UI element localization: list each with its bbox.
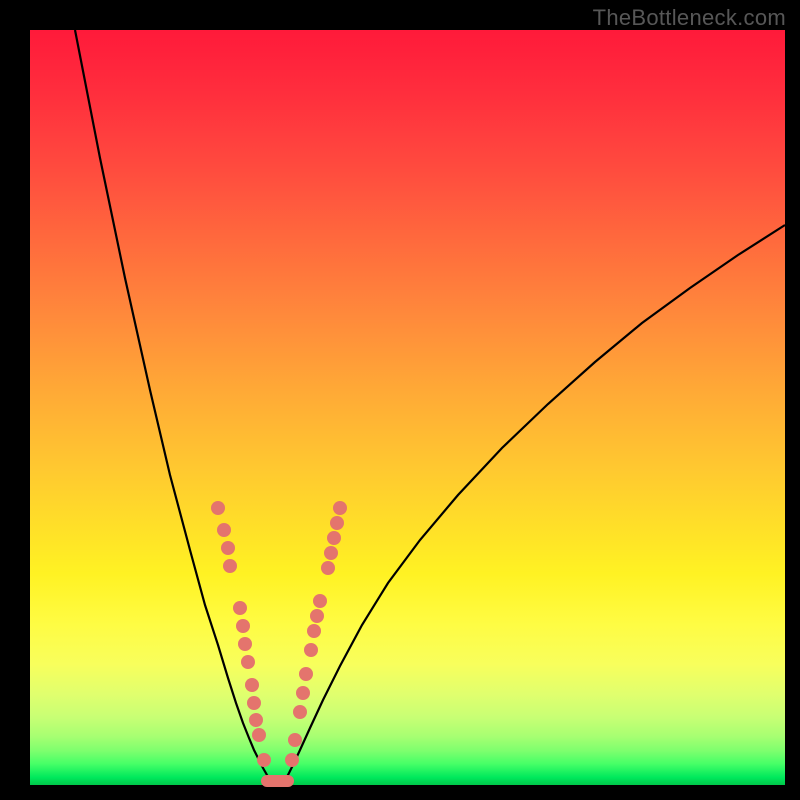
data-dot — [238, 637, 252, 651]
data-dot — [211, 501, 225, 515]
chart-frame: TheBottleneck.com — [0, 0, 800, 800]
data-dots-left — [211, 501, 271, 767]
curve-left-branch — [75, 30, 270, 780]
data-dot — [285, 753, 299, 767]
data-dot — [324, 546, 338, 560]
data-dot — [247, 696, 261, 710]
data-dot — [241, 655, 255, 669]
curve-right-branch — [285, 225, 785, 780]
data-dot — [252, 728, 266, 742]
data-dot — [310, 609, 324, 623]
data-dot — [327, 531, 341, 545]
data-dot — [233, 601, 247, 615]
data-dot — [288, 733, 302, 747]
data-dot — [321, 561, 335, 575]
data-dot — [249, 713, 263, 727]
data-dot — [293, 705, 307, 719]
plot-area — [30, 30, 785, 785]
data-dot — [221, 541, 235, 555]
watermark-text: TheBottleneck.com — [593, 5, 786, 31]
data-dot — [257, 753, 271, 767]
data-dot — [304, 643, 318, 657]
data-dot — [313, 594, 327, 608]
curve-svg — [30, 30, 785, 785]
data-dot — [307, 624, 321, 638]
data-dot — [223, 559, 237, 573]
data-dots-right — [285, 501, 347, 767]
data-dot — [236, 619, 250, 633]
data-dot — [245, 678, 259, 692]
data-dot — [299, 667, 313, 681]
data-dot — [333, 501, 347, 515]
data-dot — [217, 523, 231, 537]
data-dot — [330, 516, 344, 530]
data-dot — [296, 686, 310, 700]
